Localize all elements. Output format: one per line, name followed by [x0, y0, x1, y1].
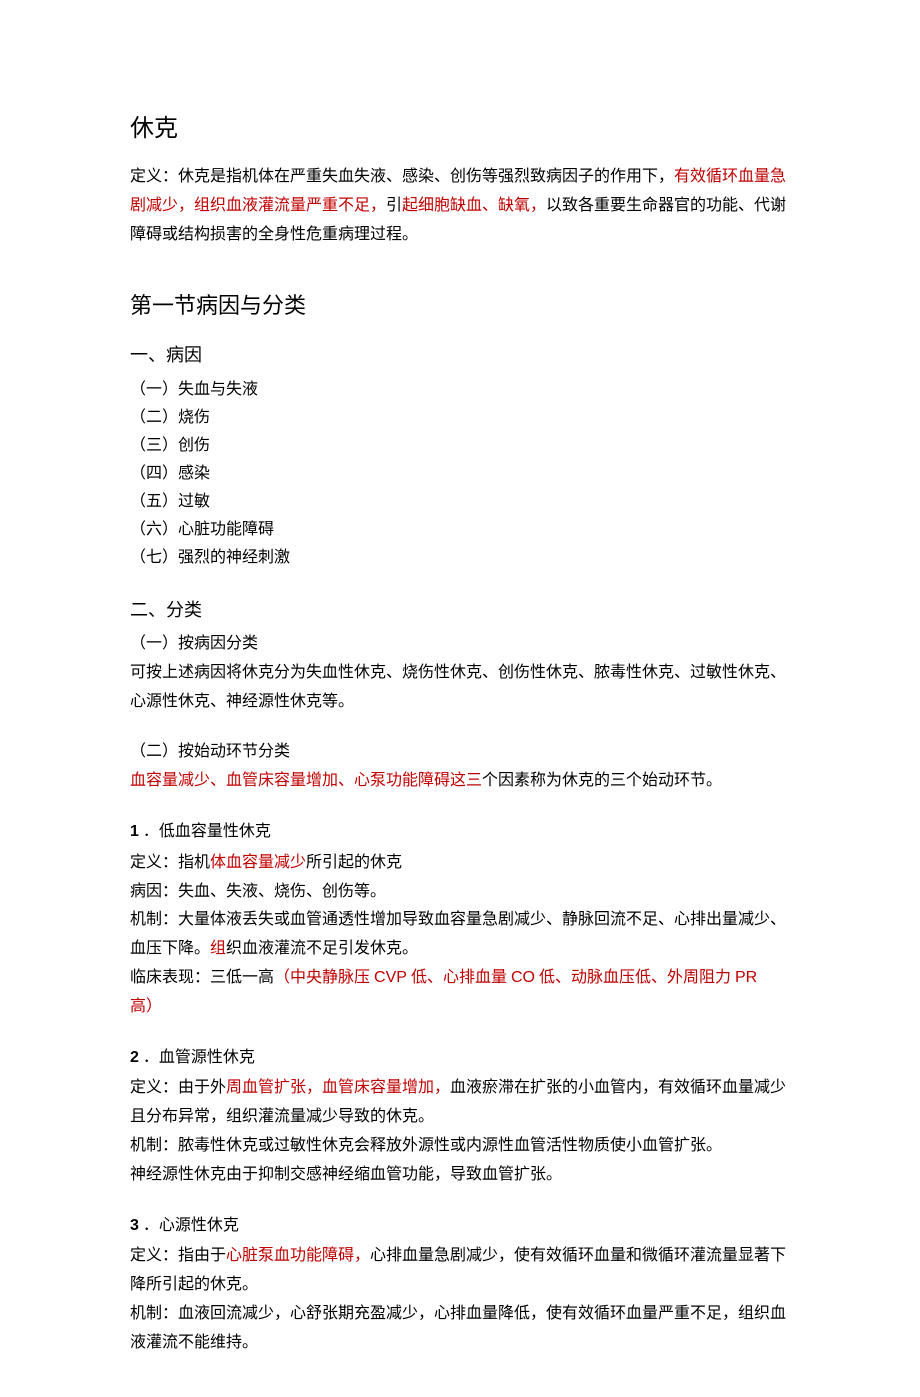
- by-init-heading: （二）按始动环节分类: [130, 738, 790, 767]
- cause-item-1: （一）失血与失液: [130, 376, 790, 404]
- type1-clinical-label: 临床表现：三低一高: [130, 969, 274, 986]
- type1-pr: PR: [735, 969, 757, 986]
- type1-clinical-red3: 低、动脉血压低、外周阻力: [535, 969, 735, 986]
- type2-def-label: 定义：由于外: [130, 1079, 226, 1096]
- type3-num: 3: [130, 1217, 139, 1234]
- type1-co: CO: [511, 969, 535, 986]
- type2-definition: 定义：由于外周血管扩张，血管床容量增加，血液瘀滞在扩张的小血管内，有效循环血量减…: [130, 1074, 790, 1132]
- causes-heading: 一、病因: [130, 339, 790, 371]
- type3-title: ．心源性休克: [139, 1217, 239, 1234]
- cause-item-2: （二）烧伤: [130, 404, 790, 432]
- type2-num: 2: [130, 1049, 139, 1066]
- type1-def-label: 定义：指机: [130, 854, 210, 871]
- cause-item-6: （六）心脏功能障碍: [130, 516, 790, 544]
- document-title: 休克: [130, 108, 790, 151]
- by-init-text: 血容量减少、血管床容量增加、心泵功能障碍这三个因素称为休克的三个始动环节。: [130, 767, 790, 796]
- by-init-rest: 个因素称为休克的三个始动环节。: [482, 772, 722, 789]
- cause-item-3: （三）创伤: [130, 432, 790, 460]
- by-cause-text: 可按上述病因将休克分为失血性休克、烧伤性休克、创伤性休克、脓毒性休克、过敏性休克…: [130, 659, 790, 717]
- type3-heading: 3 ．心源性休克: [130, 1212, 790, 1241]
- cause-item-4: （四）感染: [130, 460, 790, 488]
- type1-mech2: 织血液灌流不足引发休克。: [226, 940, 418, 957]
- type2-title: ．血管源性休克: [139, 1049, 255, 1066]
- type2-mechanism: 机制：脓毒性休克或过敏性休克会释放外源性或内源性血管活性物质使小血管扩张。: [130, 1132, 790, 1161]
- section1-heading: 第一节病因与分类: [130, 286, 790, 326]
- type1-clinical-red4: 高）: [130, 998, 162, 1015]
- cause-item-7: （七）强烈的神经刺激: [130, 544, 790, 572]
- type1-clinical-red2: 低、心排血量: [407, 969, 511, 986]
- type1-clinical: 临床表现：三低一高（中央静脉压 CVP 低、心排血量 CO 低、动脉血压低、外周…: [130, 964, 790, 1022]
- type1-def-red: 体血容量减少: [210, 854, 306, 871]
- type1-title: ．低血容量性休克: [139, 823, 271, 840]
- type3-mechanism: 机制：血液回流减少，心舒张期充盈减少，心排血量降低，使有效循环血量严重不足，组织…: [130, 1300, 790, 1358]
- def-red2: 起细胞缺血、缺氧，: [402, 197, 546, 214]
- type1-mech-red: 组: [210, 940, 226, 957]
- definition-paragraph: 定义：休克是指机体在严重失血失液、感染、创伤等强烈致病因子的作用下，有效循环血量…: [130, 163, 790, 249]
- type1-cvp: CVP: [374, 969, 407, 986]
- type1-mechanism: 机制：大量体液丢失或血管通透性增加导致血容量急剧减少、静脉回流不足、心排出量减少…: [130, 906, 790, 964]
- type3-def-label: 定义：指由于: [130, 1247, 226, 1264]
- classification-heading: 二、分类: [130, 594, 790, 626]
- type3-definition: 定义：指由于心脏泵血功能障碍，心排血量急剧减少，使有效循环血量和微循环灌流量显著…: [130, 1242, 790, 1300]
- type1-def-rest: 所引起的休克: [306, 854, 402, 871]
- type1-heading: 1 ．低血容量性休克: [130, 818, 790, 847]
- type2-neuro: 神经源性休克由于抑制交感神经缩血管功能，导致血管扩张。: [130, 1161, 790, 1190]
- type1-clinical-red1: （中央静脉压: [274, 969, 374, 986]
- def-p2: 引: [386, 197, 402, 214]
- type1-definition: 定义：指机体血容量减少所引起的休克: [130, 849, 790, 878]
- type1-cause: 病因：失血、失液、烧伤、创伤等。: [130, 878, 790, 907]
- type2-def-red: 周血管扩张，血管床容量增加，: [226, 1079, 450, 1096]
- def-label: 定义：: [130, 168, 178, 185]
- type3-def-red: 心脏泵血功能障碍，: [226, 1247, 370, 1264]
- def-p1: 休克是指机体在严重失血失液、感染、创伤等强烈致病因子的作用下，: [178, 168, 674, 185]
- cause-item-5: （五）过敏: [130, 488, 790, 516]
- by-init-red: 血容量减少、血管床容量增加、心泵功能障碍这三: [130, 772, 482, 789]
- type1-num: 1: [130, 823, 139, 840]
- type2-heading: 2 ．血管源性休克: [130, 1044, 790, 1073]
- by-cause-heading: （一）按病因分类: [130, 630, 790, 659]
